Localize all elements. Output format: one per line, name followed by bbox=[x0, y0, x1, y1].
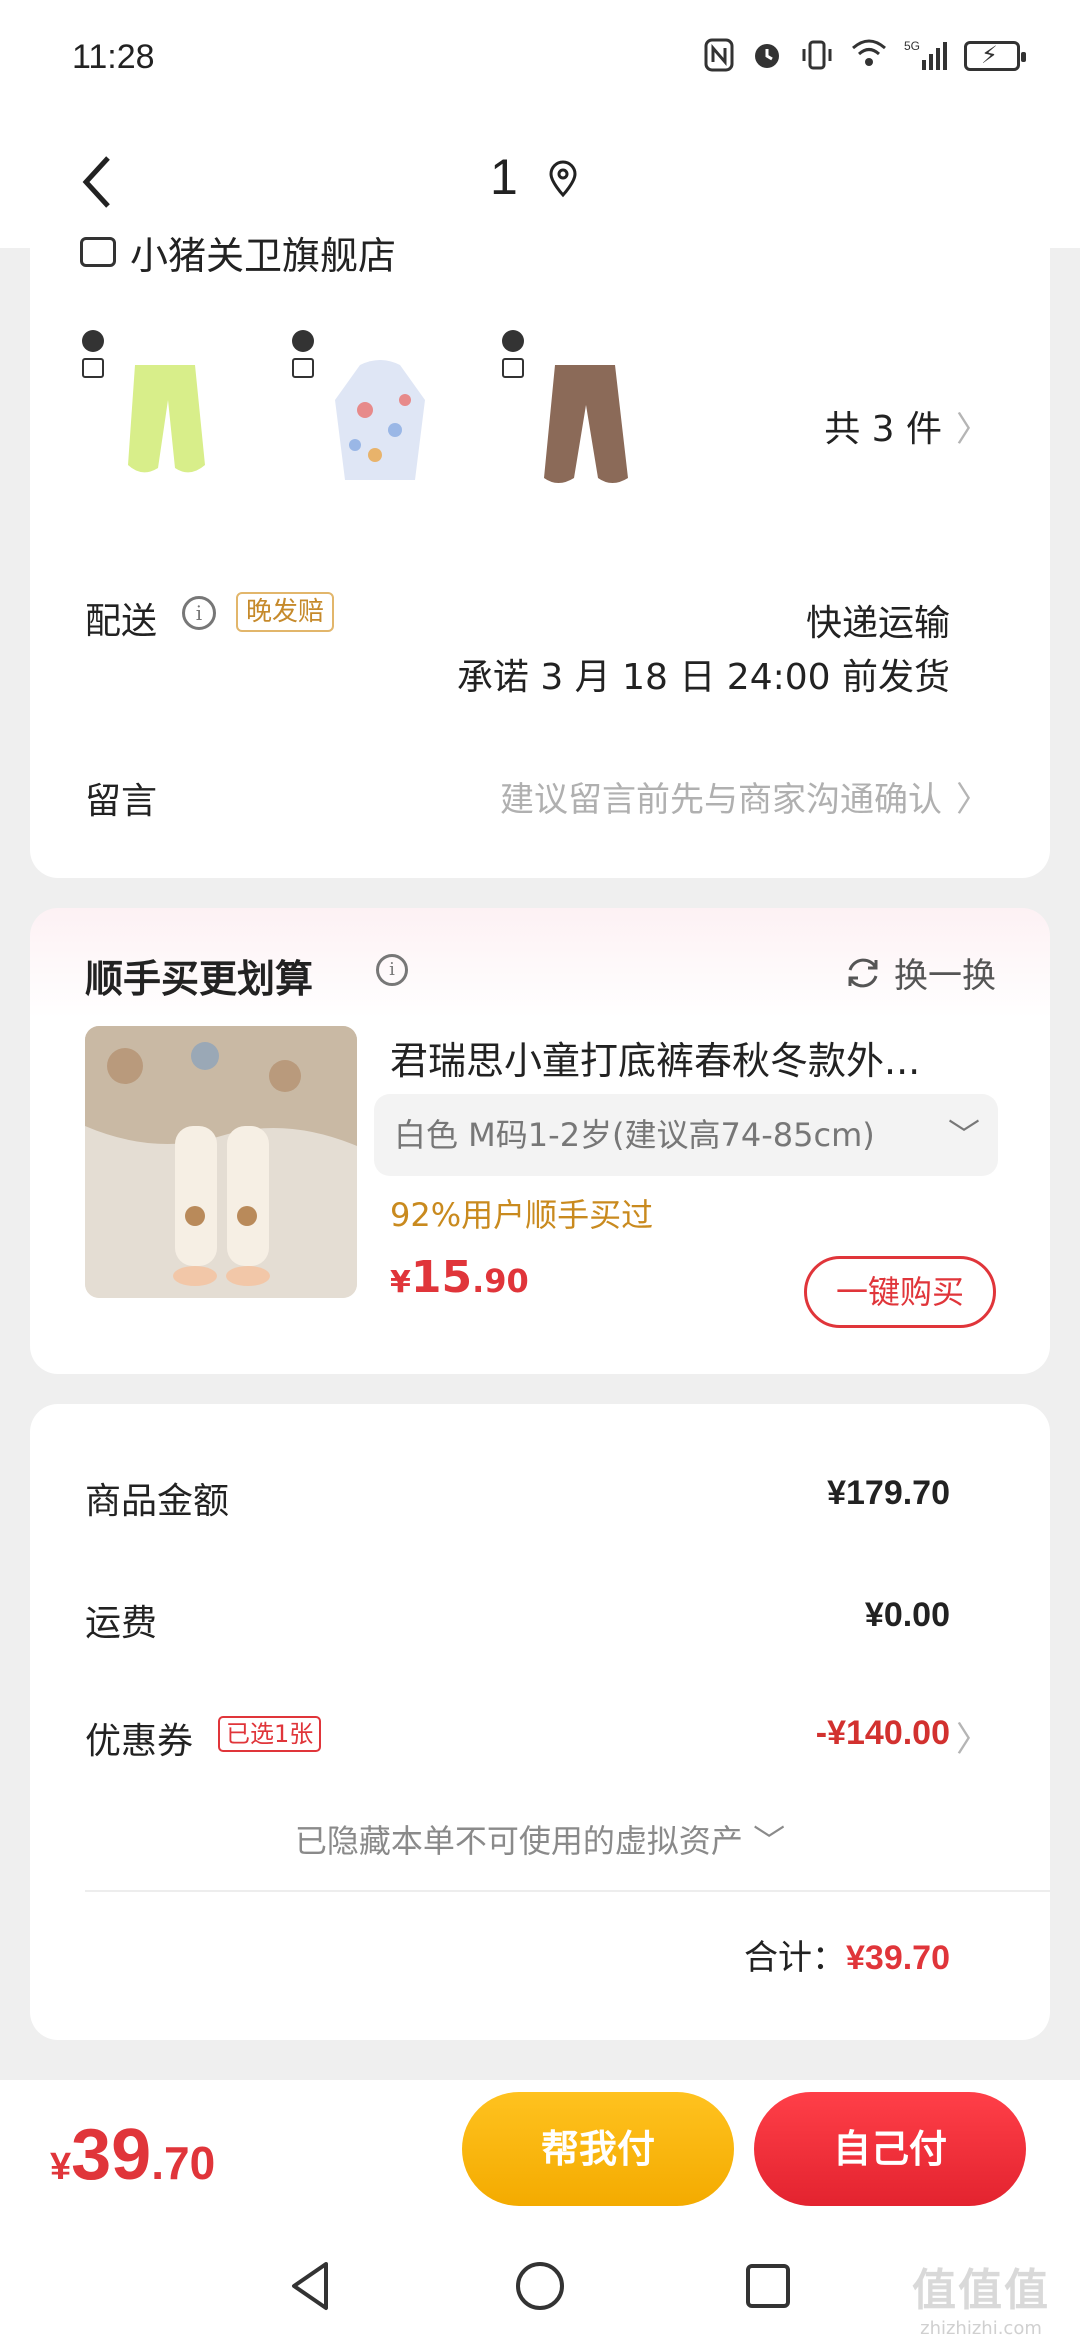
nfc-icon bbox=[704, 38, 734, 74]
subtotal-value: ¥39.70 bbox=[846, 1939, 950, 1977]
pay-self-button[interactable]: 自己付 bbox=[754, 2092, 1026, 2206]
product-thumbnail[interactable] bbox=[500, 330, 635, 483]
nav-home-icon[interactable] bbox=[510, 2256, 570, 2316]
hidden-assets-text: 已隐藏本单不可使用的虚拟资产 bbox=[294, 1822, 743, 1860]
refresh-button[interactable]: 换一换 bbox=[844, 948, 996, 997]
chevron-down-icon: ﹀ bbox=[947, 1116, 980, 1154]
late-compensation-tag: 晚发赔 bbox=[236, 592, 335, 632]
order-card: 小猪关卫旗舰店 共 3 件 〉 配送 i 晚发赔 快递运输 承诺 3 月 18 … bbox=[30, 210, 1050, 878]
item-count: 共 3 件 bbox=[824, 409, 942, 450]
delivery-promise: 承诺 3 月 18 日 24:00 前发货 bbox=[456, 657, 950, 698]
vibrate-icon bbox=[800, 38, 834, 74]
recommendation-title: 顺手买更划算 bbox=[85, 957, 314, 1001]
checkout-bar: ¥39.70 帮我付 自己付 bbox=[0, 2080, 1080, 2230]
chevron-right-icon: 〉 bbox=[956, 780, 990, 820]
subtotal-row: 合计：¥39.70 bbox=[744, 1930, 950, 1979]
recommended-product-image[interactable] bbox=[85, 1026, 357, 1298]
product-thumbnails[interactable] bbox=[80, 330, 635, 483]
recommended-price: ¥15.90 bbox=[390, 1252, 529, 1303]
floral-jacket-image bbox=[335, 360, 425, 480]
divider bbox=[85, 1890, 1050, 1892]
refresh-label: 换一换 bbox=[894, 956, 996, 996]
message-placeholder: 建议留言前先与商家沟通确认 bbox=[500, 780, 942, 820]
product-thumbnail[interactable] bbox=[290, 330, 425, 480]
status-icons: 5G ⚡ bbox=[704, 38, 1026, 74]
goods-amount-label: 商品金额 bbox=[85, 1481, 230, 1522]
network-label: 5G bbox=[904, 39, 920, 53]
shipping-label: 运费 bbox=[85, 1603, 158, 1644]
info-icon[interactable]: i bbox=[182, 596, 216, 630]
location-pin-icon[interactable] bbox=[548, 160, 578, 202]
price-summary-card: 商品金额 ¥179.70 运费 ¥0.00 优惠券 已选1张 -¥140.00 … bbox=[30, 1404, 1050, 2040]
hidden-assets-toggle[interactable]: 已隐藏本单不可使用的虚拟资产 ﹀ bbox=[30, 1816, 1050, 1862]
battery-icon: ⚡ bbox=[964, 41, 1026, 71]
status-bar: 11:28 5G ⚡ bbox=[0, 0, 1080, 120]
message-label: 留言 bbox=[85, 781, 158, 822]
brand-badge bbox=[500, 330, 526, 400]
brown-pants-image bbox=[544, 365, 628, 483]
brand-badge bbox=[290, 330, 316, 400]
chevron-left-icon bbox=[82, 156, 110, 208]
total-price: ¥39.70 bbox=[50, 2115, 216, 2195]
info-icon[interactable]: i bbox=[376, 954, 408, 986]
pay-for-me-button[interactable]: 帮我付 bbox=[462, 2092, 734, 2206]
coupon-value[interactable]: -¥140.00 bbox=[816, 1714, 950, 1753]
chevron-right-icon[interactable]: 〉 bbox=[956, 1712, 990, 1761]
coupon-selected-tag: 已选1张 bbox=[218, 1716, 322, 1752]
signal-5g-icon: 5G bbox=[904, 38, 948, 74]
store-icon bbox=[80, 237, 116, 267]
spec-value: 白色 M码1-2岁(建议高74-85cm) bbox=[394, 1116, 875, 1154]
recommended-product-name[interactable]: 君瑞思小童打底裤春秋冬款外... bbox=[390, 1030, 990, 1085]
watermark: 值值值 zhizhizhi.com bbox=[912, 2265, 1050, 2339]
social-proof-text: 92%用户顺手买过 bbox=[390, 1196, 654, 1234]
delivery-label: 配送 bbox=[85, 601, 158, 642]
delivery-method: 快递运输 bbox=[805, 603, 950, 644]
store-header[interactable]: 小猪关卫旗舰店 bbox=[80, 232, 396, 272]
page-title: 1 bbox=[490, 149, 518, 205]
product-thumbnail[interactable] bbox=[80, 330, 215, 480]
nav-back-icon[interactable] bbox=[282, 2256, 342, 2316]
store-name: 小猪关卫旗舰店 bbox=[130, 233, 397, 273]
chevron-down-icon: ﹀ bbox=[753, 1822, 786, 1860]
shipping-value: ¥0.00 bbox=[864, 1596, 950, 1634]
nav-recents-icon[interactable] bbox=[738, 2256, 798, 2316]
system-nav-bar: 值值值 zhizhizhi.com bbox=[0, 2230, 1080, 2340]
spec-select[interactable]: 白色 M码1-2岁(建议高74-85cm) ﹀ bbox=[374, 1094, 998, 1176]
green-pants-image bbox=[128, 365, 205, 473]
recommendation-card: 顺手买更划算 i 换一换 君瑞思小童打底裤春秋冬款外... 白色 M码1-2岁(… bbox=[30, 908, 1050, 1374]
refresh-icon bbox=[848, 958, 878, 987]
chevron-right-icon: 〉 bbox=[956, 409, 990, 450]
subtotal-label: 合计： bbox=[744, 1938, 846, 1978]
brand-badge bbox=[80, 330, 106, 400]
alarm-icon bbox=[750, 38, 784, 74]
coupon-label: 优惠券 bbox=[85, 1721, 194, 1762]
message-input[interactable]: 建议留言前先与商家沟通确认 〉 bbox=[500, 772, 990, 821]
goods-amount-value: ¥179.70 bbox=[827, 1474, 950, 1512]
one-click-buy-button[interactable]: 一键购买 bbox=[804, 1256, 996, 1328]
wifi-icon bbox=[850, 38, 888, 74]
item-count-row[interactable]: 共 3 件 〉 bbox=[824, 400, 990, 452]
status-time: 11:28 bbox=[72, 38, 155, 76]
